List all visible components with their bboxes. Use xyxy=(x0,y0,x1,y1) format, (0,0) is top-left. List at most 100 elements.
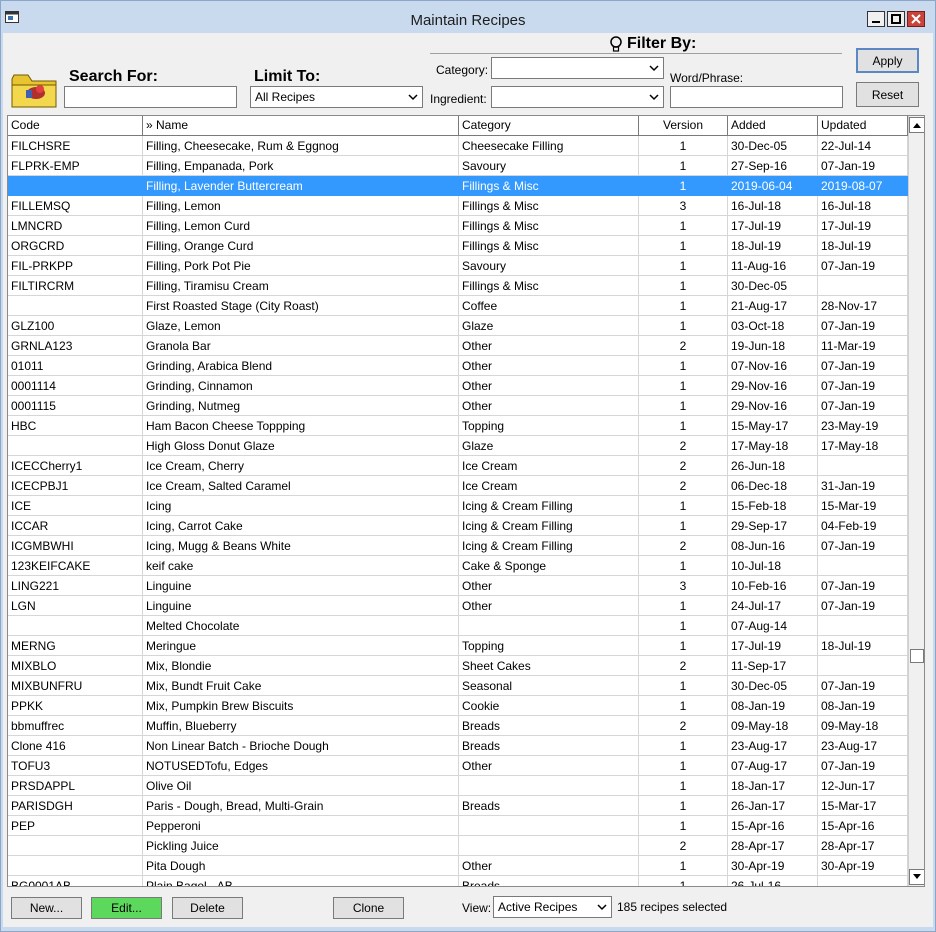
cell-version: 1 xyxy=(639,676,728,696)
table-row[interactable]: PEP Pepperoni 1 15-Apr-16 15-Apr-16 xyxy=(8,816,908,836)
column-header-updated[interactable]: Updated xyxy=(818,116,908,135)
column-header-version[interactable]: Version xyxy=(639,116,728,135)
column-header-added[interactable]: Added xyxy=(728,116,818,135)
limit-select[interactable]: All Recipes xyxy=(250,86,423,108)
cell-code: LGN xyxy=(8,596,143,616)
table-row[interactable]: PPKK Mix, Pumpkin Brew Biscuits Cookie 1 08-… xyxy=(8,696,908,716)
table-row[interactable]: ICECPBJ1 Ice Cream, Salted Caramel Ice Cre… xyxy=(8,476,908,496)
cell-updated: 15-Mar-19 xyxy=(818,496,908,516)
edit-button[interactable]: Edit... xyxy=(91,897,162,919)
cell-category: Cake & Sponge xyxy=(459,556,639,576)
table-row[interactable]: FILCHSRE Filling, Cheesecake, Rum & Eggno… xyxy=(8,136,908,156)
cell-name: Filling, Lavender Buttercream xyxy=(143,176,459,196)
cell-version: 1 xyxy=(639,316,728,336)
new-button[interactable]: New... xyxy=(11,897,82,919)
table-row[interactable]: LMNCRD Filling, Lemon Curd Fillings & Misc… xyxy=(8,216,908,236)
cell-version: 1 xyxy=(639,856,728,876)
apply-button[interactable]: Apply xyxy=(856,48,919,73)
cell-name: Mix, Bundt Fruit Cake xyxy=(143,676,459,696)
wordphrase-input[interactable] xyxy=(670,86,843,108)
cell-code: bbmuffrec xyxy=(8,716,143,736)
table-row[interactable]: 0001114 Grinding, Cinnamon Other 1 29-Nov-16… xyxy=(8,376,908,396)
maximize-button[interactable] xyxy=(887,11,905,27)
delete-button[interactable]: Delete xyxy=(172,897,243,919)
cell-updated: 07-Jan-19 xyxy=(818,576,908,596)
table-row[interactable]: FIL-PRKPP Filling, Pork Pot Pie Savoury 1 11… xyxy=(8,256,908,276)
table-row[interactable]: First Roasted Stage (City Roast) Coffee 1 2… xyxy=(8,296,908,316)
cell-added: 11-Aug-16 xyxy=(728,256,818,276)
vertical-scrollbar[interactable] xyxy=(908,116,924,886)
table-row[interactable]: MIXBLO Mix, Blondie Sheet Cakes 2 11-Sep-17 xyxy=(8,656,908,676)
table-row[interactable]: GLZ100 Glaze, Lemon Glaze 1 03-Oct-18 07-Jan-… xyxy=(8,316,908,336)
reset-button[interactable]: Reset xyxy=(856,82,919,107)
table-row[interactable]: 123KEIFCAKE keif cake Cake & Sponge 1 10-Jul… xyxy=(8,556,908,576)
table-row[interactable]: ORGCRD Filling, Orange Curd Fillings & Mis… xyxy=(8,236,908,256)
cell-category: Fillings & Misc xyxy=(459,276,639,296)
close-button[interactable] xyxy=(907,11,925,27)
view-select[interactable]: Active Recipes xyxy=(493,896,612,918)
cell-added: 29-Sep-17 xyxy=(728,516,818,536)
wordphrase-label: Word/Phrase: xyxy=(670,71,744,85)
cell-category: Cheesecake Filling xyxy=(459,136,639,156)
cell-code: 01011 xyxy=(8,356,143,376)
table-row[interactable]: ICGMBWHI Icing, Mugg & Beans White Icing &… xyxy=(8,536,908,556)
cell-code: PEP xyxy=(8,816,143,836)
cell-updated: 2019-08-07 xyxy=(818,176,908,196)
column-header-name[interactable]: » Name xyxy=(143,116,459,135)
cell-added: 07-Aug-17 xyxy=(728,756,818,776)
recipes-count-status: 185 recipes selected xyxy=(617,900,728,914)
cell-added: 07-Nov-16 xyxy=(728,356,818,376)
table-row[interactable]: Melted Chocolate 1 07-Aug-14 xyxy=(8,616,908,636)
search-input[interactable] xyxy=(64,86,237,108)
table-row[interactable]: ICCAR Icing, Carrot Cake Icing & Cream Fil… xyxy=(8,516,908,536)
column-header-code[interactable]: Code xyxy=(8,116,143,135)
window-title: Maintain Recipes xyxy=(410,12,526,29)
cell-version: 1 xyxy=(639,416,728,436)
close-icon xyxy=(911,14,921,24)
table-row[interactable]: TOFU3 NOTUSEDTofu, Edges Other 1 07-Aug-17 07… xyxy=(8,756,908,776)
clone-button[interactable]: Clone xyxy=(333,897,404,919)
cell-updated: 15-Apr-16 xyxy=(818,816,908,836)
scroll-down-button[interactable] xyxy=(909,869,924,885)
cell-version: 1 xyxy=(639,876,728,886)
table-row[interactable]: PARISDGH Paris - Dough, Bread, Multi-Grai… xyxy=(8,796,908,816)
cell-name: High Gloss Donut Glaze xyxy=(143,436,459,456)
cell-added: 24-Jul-17 xyxy=(728,596,818,616)
table-row[interactable]: High Gloss Donut Glaze Glaze 2 17-May-18 17-… xyxy=(8,436,908,456)
table-row[interactable]: bbmuffrec Muffin, Blueberry Breads 2 09-May-… xyxy=(8,716,908,736)
table-body: FILCHSRE Filling, Cheesecake, Rum & Eggno… xyxy=(8,136,908,886)
cell-name: Grinding, Nutmeg xyxy=(143,396,459,416)
table-row[interactable]: MIXBUNFRU Mix, Bundt Fruit Cake Seasonal 1 3… xyxy=(8,676,908,696)
table-row[interactable]: Clone 416 Non Linear Batch - Brioche Doug… xyxy=(8,736,908,756)
table-row[interactable]: MERNG Meringue Topping 1 17-Jul-19 18-Jul-19 xyxy=(8,636,908,656)
ingredient-select[interactable] xyxy=(491,86,664,108)
table-row[interactable]: FILTIRCRM Filling, Tiramisu Cream Fillings… xyxy=(8,276,908,296)
cell-code xyxy=(8,436,143,456)
table-row[interactable]: FILLEMSQ Filling, Lemon Fillings & Misc 3 16… xyxy=(8,196,908,216)
table-row[interactable]: 0001115 Grinding, Nutmeg Other 1 29-Nov-16 07… xyxy=(8,396,908,416)
table-row[interactable]: LGN Linguine Other 1 24-Jul-17 07-Jan-19 xyxy=(8,596,908,616)
arrow-up-icon xyxy=(913,123,921,128)
cell-updated: 07-Jan-19 xyxy=(818,396,908,416)
table-row[interactable]: PRSDAPPL Olive Oil 1 18-Jan-17 12-Jun-17 xyxy=(8,776,908,796)
table-row[interactable]: LING221 Linguine Other 3 10-Feb-16 07-Jan-19 xyxy=(8,576,908,596)
cell-updated: 28-Nov-17 xyxy=(818,296,908,316)
table-row[interactable]: ICECCherry1 Ice Cream, Cherry Ice Cream 2 26… xyxy=(8,456,908,476)
table-row[interactable]: GRNLA123 Granola Bar Other 2 19-Jun-18 11-Mar… xyxy=(8,336,908,356)
table-row[interactable]: Filling, Lavender Buttercream Fillings & … xyxy=(8,176,908,196)
table-row[interactable]: Pita Dough Other 1 30-Apr-19 30-Apr-19 xyxy=(8,856,908,876)
table-row[interactable]: 01011 Grinding, Arabica Blend Other 1 07-Nov… xyxy=(8,356,908,376)
category-select[interactable] xyxy=(491,57,664,79)
scroll-up-button[interactable] xyxy=(909,117,924,133)
minimize-button[interactable] xyxy=(867,11,885,27)
cell-updated: 07-Jan-19 xyxy=(818,536,908,556)
cell-code: MERNG xyxy=(8,636,143,656)
table-row[interactable]: ICE Icing Icing & Cream Filling 1 15-Feb-18 1… xyxy=(8,496,908,516)
column-header-category[interactable]: Category xyxy=(459,116,639,135)
table-row[interactable]: Pickling Juice 2 28-Apr-17 28-Apr-17 xyxy=(8,836,908,856)
table-row[interactable]: FLPRK-EMP Filling, Empanada, Pork Savoury 1… xyxy=(8,156,908,176)
cell-code: GRNLA123 xyxy=(8,336,143,356)
table-row[interactable]: BG0001AB Plain Bagel - AB Breads 1 26-Jul-16 xyxy=(8,876,908,886)
table-row[interactable]: HBC Ham Bacon Cheese Toppping Topping 1 15-M… xyxy=(8,416,908,436)
scrollbar-thumb[interactable] xyxy=(910,649,924,663)
